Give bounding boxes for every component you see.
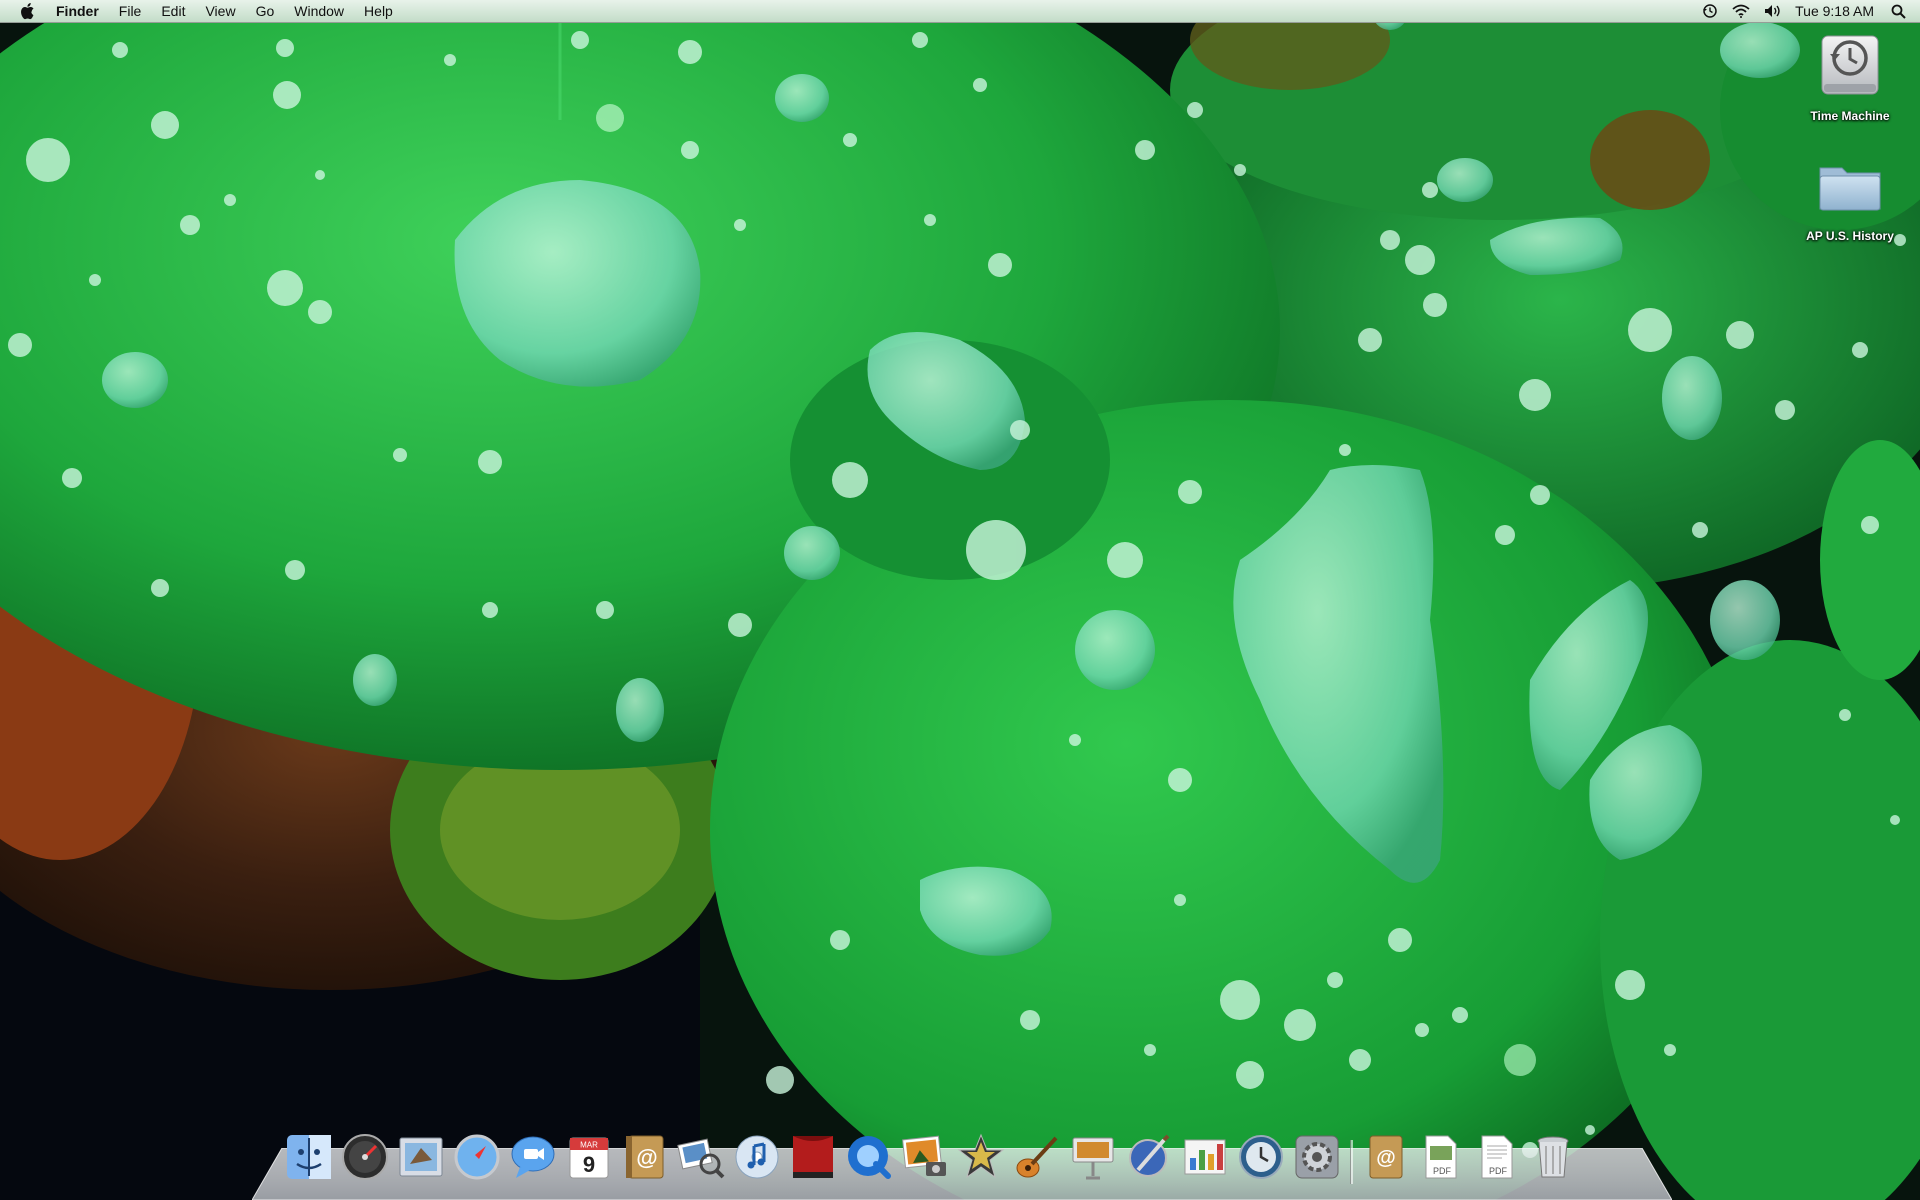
dock-time-machine[interactable] [1234,1130,1288,1184]
ical-icon: MAR 9 [569,1137,609,1179]
menu-view[interactable]: View [195,0,245,22]
mail-icon [399,1137,443,1177]
menu-bar: Finder File Edit View Go Window Help Tue… [0,0,1920,23]
dock-itunes[interactable] [730,1130,784,1184]
ichat-icon [511,1136,555,1178]
dock-imovie[interactable] [954,1130,1008,1184]
menu-file[interactable]: File [109,0,152,22]
dock-iweb[interactable] [1122,1130,1176,1184]
address-book-icon: @ [626,1135,664,1179]
desktop-icon-time-machine[interactable]: Time Machine [1790,30,1910,123]
iweb-icon [1129,1134,1170,1177]
front-row-icon [793,1136,833,1178]
numbers-icon [1184,1139,1226,1175]
address-stack-icon: @ [1369,1135,1403,1179]
time-machine-status-icon[interactable] [1695,3,1725,19]
svg-text:@: @ [1376,1147,1396,1169]
wifi-icon[interactable] [1725,4,1757,18]
dashboard-icon [342,1134,388,1180]
desktop-icon-label: AP U.S. History [1806,229,1894,243]
dock-separator [1346,1130,1356,1184]
menu-go[interactable]: Go [246,0,285,22]
desktop-icon-ap-us-history[interactable]: AP U.S. History [1790,150,1910,243]
dock-numbers[interactable] [1178,1130,1232,1184]
ical-date: 9 [583,1152,595,1177]
safari-icon [454,1134,500,1180]
menu-app-finder[interactable]: Finder [46,0,109,22]
spotlight-search-icon[interactable] [1884,4,1920,19]
dock-address-book[interactable]: @ [618,1130,672,1184]
keynote-icon [1072,1137,1114,1180]
quicktime-icon [848,1136,891,1179]
itunes-icon [735,1135,779,1179]
menu-window[interactable]: Window [284,0,354,22]
dock-finder[interactable] [282,1130,336,1184]
menu-clock[interactable]: Tue 9:18 AM [1789,3,1884,19]
dock-stack-address[interactable]: @ [1358,1130,1412,1184]
finder-icon [287,1135,331,1179]
ical-month: MAR [580,1141,598,1150]
dock-garageband[interactable] [1010,1130,1064,1184]
system-preferences-icon [1295,1135,1339,1179]
dock-preview[interactable] [674,1130,728,1184]
trash-icon [1537,1136,1569,1178]
garageband-icon [1016,1136,1058,1178]
dock-dashboard[interactable] [338,1130,392,1184]
imovie-icon [957,1133,1005,1179]
dock-quicktime[interactable] [842,1130,896,1184]
volume-icon[interactable] [1757,4,1789,18]
dock-trash[interactable] [1526,1130,1580,1184]
menu-extras: Tue 9:18 AM [1695,3,1920,19]
dock-safari[interactable] [450,1130,504,1184]
menu-edit[interactable]: Edit [151,0,195,22]
folder-icon [1819,167,1881,211]
dock: MAR 9 @ @ PDF PDF [282,1128,1580,1184]
desktop-wallpaper [0,0,1920,1200]
dock-stack-pdf[interactable]: PDF [1414,1130,1468,1184]
svg-text:@: @ [636,1145,657,1170]
pdf-label: PDF [1489,1166,1508,1176]
dock-system-preferences[interactable] [1290,1130,1344,1184]
dock-mail[interactable] [394,1130,448,1184]
dock-ichat[interactable] [506,1130,560,1184]
pdf-document-icon: PDF [1425,1135,1457,1179]
menu-help[interactable]: Help [354,0,403,22]
desktop-icon-label: Time Machine [1810,109,1890,123]
dock-iphoto[interactable] [898,1130,952,1184]
preview-icon [677,1138,725,1179]
dock-stack-pdf-2[interactable]: PDF [1470,1130,1524,1184]
iphoto-icon [902,1135,946,1176]
apple-logo-icon[interactable] [20,2,36,20]
dock-keynote[interactable] [1066,1130,1120,1184]
time-machine-drive-icon [1821,35,1879,95]
time-machine-icon [1239,1135,1283,1179]
pdf-label: PDF [1433,1166,1452,1176]
pdf-document-icon-2: PDF [1481,1135,1513,1179]
dock-front-row[interactable] [786,1130,840,1184]
dock-ical[interactable]: MAR 9 [562,1130,616,1184]
